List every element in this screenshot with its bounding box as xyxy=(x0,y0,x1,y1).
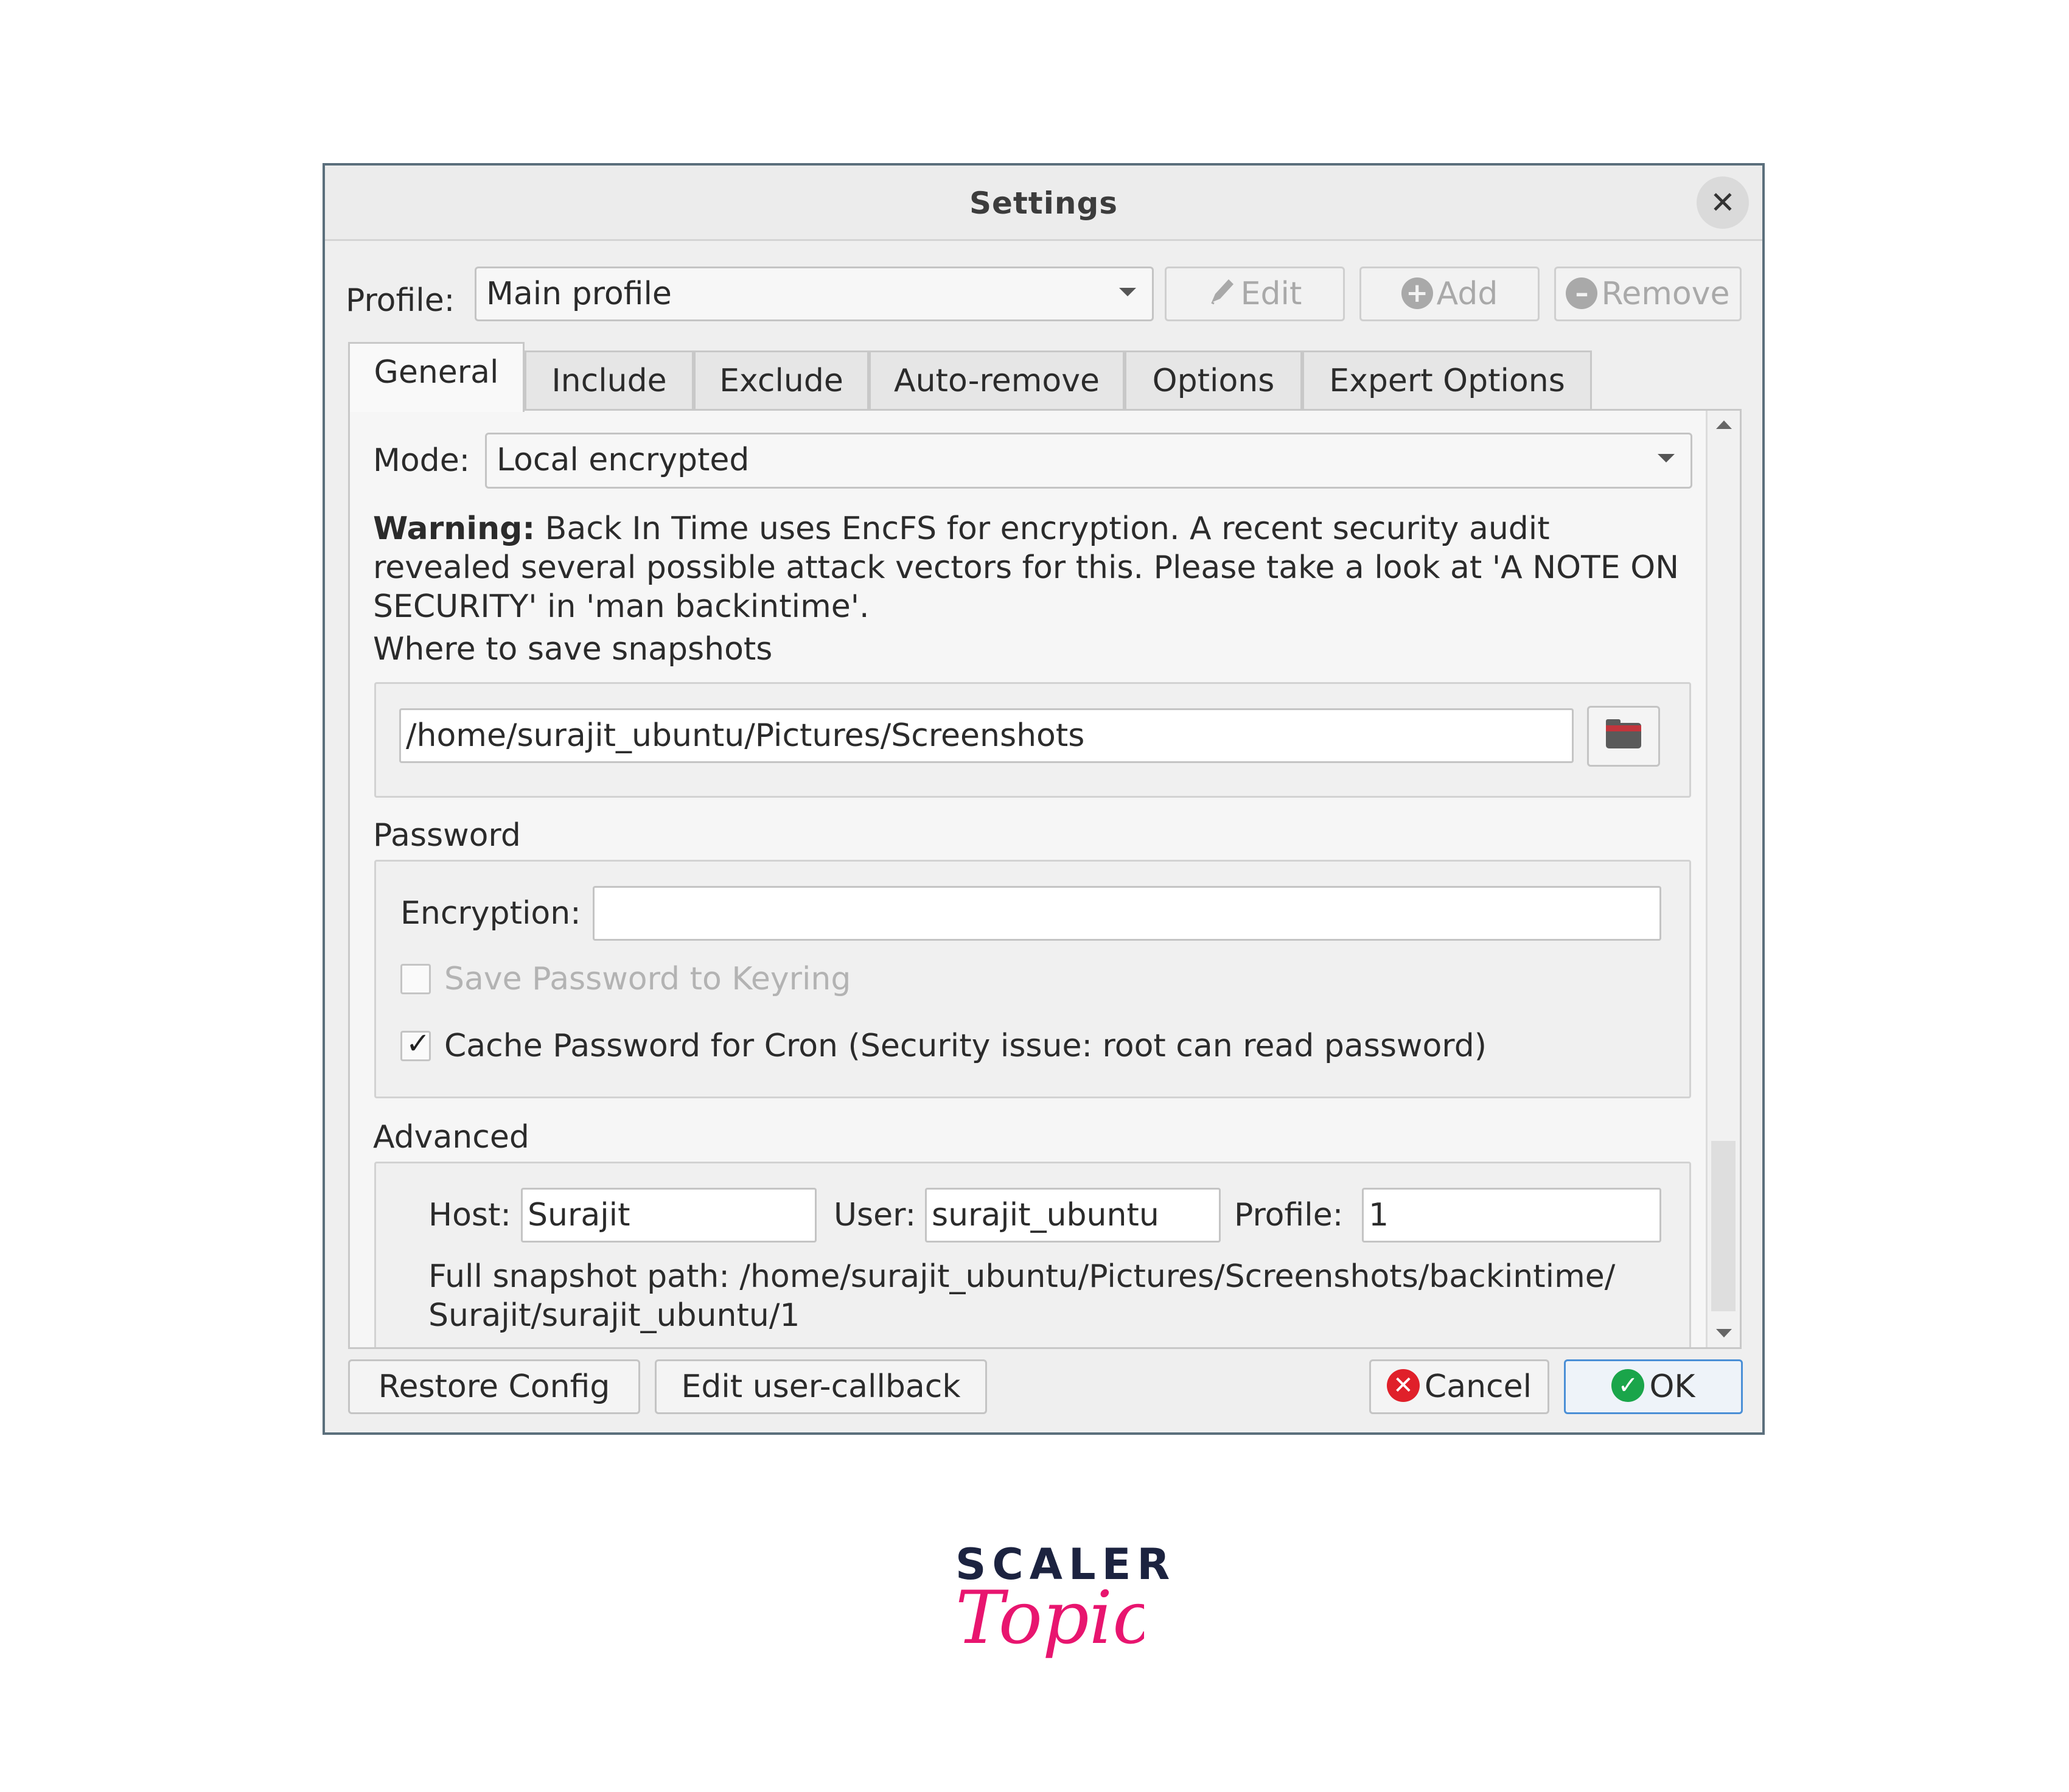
plus-circle-icon: + xyxy=(1401,277,1433,309)
password-group: Encryption: Save Password to Keyring Cac… xyxy=(374,860,1691,1098)
scroll-thumb[interactable] xyxy=(1711,1141,1736,1311)
profile-select-value: Main profile xyxy=(486,276,672,312)
add-profile-label: Add xyxy=(1436,276,1498,312)
mode-select[interactable]: Local encrypted xyxy=(485,433,1692,489)
remove-profile-label: Remove xyxy=(1601,276,1730,312)
advanced-group: Host: Surajit User: surajit_ubuntu Profi… xyxy=(374,1162,1691,1347)
general-panel: Mode: Local encrypted Warning: Back In T… xyxy=(348,409,1742,1349)
save-location-group: /home/surajit_ubuntu/Pictures/Screenshot… xyxy=(374,682,1691,798)
save-keyring-label: Save Password to Keyring xyxy=(444,961,851,997)
profile-id-label: Profile: xyxy=(1234,1197,1344,1233)
edit-profile-button[interactable]: Edit xyxy=(1165,267,1345,321)
window-title: Settings xyxy=(969,186,1118,221)
full-path-line1: Full snapshot path: /home/surajit_ubuntu… xyxy=(428,1258,1616,1295)
user-input[interactable]: surajit_ubuntu xyxy=(925,1188,1221,1243)
settings-window: Settings ✕ Profile: Main profile Edit + A… xyxy=(323,163,1765,1435)
add-profile-button[interactable]: + Add xyxy=(1359,267,1540,321)
cache-cron-label: Cache Password for Cron (Security issue:… xyxy=(444,1028,1487,1064)
minus-circle-icon: – xyxy=(1566,277,1598,309)
user-label: User: xyxy=(834,1197,916,1233)
edit-user-callback-button[interactable]: Edit user-callback xyxy=(655,1359,987,1414)
cancel-label: Cancel xyxy=(1424,1368,1532,1405)
pencil-icon xyxy=(1208,270,1237,321)
host-label: Host: xyxy=(428,1197,511,1233)
encryption-password-input[interactable] xyxy=(593,886,1661,941)
edit-profile-label: Edit xyxy=(1240,276,1302,312)
x-circle-icon: ✕ xyxy=(1386,1369,1420,1402)
full-path-line2: Surajit/surajit_ubuntu/1 xyxy=(428,1297,800,1334)
snapshot-path-input[interactable]: /home/surajit_ubuntu/Pictures/Screenshot… xyxy=(399,708,1574,763)
chevron-down-icon xyxy=(1119,288,1136,296)
warning-bold: Warning: xyxy=(373,511,536,547)
tab-options[interactable]: Options xyxy=(1125,350,1302,410)
warning-text: Back In Time uses EncFS for encryption. … xyxy=(373,511,1680,625)
chevron-down-icon xyxy=(1658,454,1675,462)
tab-expert-options[interactable]: Expert Options xyxy=(1302,350,1592,410)
encryption-label: Encryption: xyxy=(400,895,581,932)
mode-select-value: Local encrypted xyxy=(497,442,750,478)
panel-scrollbar[interactable] xyxy=(1706,411,1740,1347)
cancel-button[interactable]: ✕ Cancel xyxy=(1369,1359,1549,1414)
password-heading: Password xyxy=(373,817,521,854)
save-heading: Where to save snapshots xyxy=(373,631,773,668)
profile-label: Profile: xyxy=(346,282,455,319)
title-bar: Settings ✕ xyxy=(325,166,1762,241)
host-input[interactable]: Surajit xyxy=(521,1188,817,1243)
tab-exclude[interactable]: Exclude xyxy=(694,350,869,410)
remove-profile-button[interactable]: – Remove xyxy=(1554,267,1742,321)
ok-button[interactable]: ✓ OK xyxy=(1564,1359,1743,1414)
restore-config-button[interactable]: Restore Config xyxy=(348,1359,640,1414)
mode-label: Mode: xyxy=(373,442,470,479)
folder-icon xyxy=(1605,714,1642,765)
encfs-warning: Warning: Back In Time uses EncFS for enc… xyxy=(373,509,1687,626)
profile-id-input[interactable]: 1 xyxy=(1362,1188,1661,1243)
profile-select[interactable]: Main profile xyxy=(475,267,1154,321)
browse-folder-button[interactable] xyxy=(1587,706,1660,767)
topics-logo-script: Topics xyxy=(949,1570,1191,1692)
scroll-down-arrow-icon[interactable] xyxy=(1716,1329,1732,1337)
advanced-heading: Advanced xyxy=(373,1119,529,1156)
ok-label: OK xyxy=(1649,1368,1695,1405)
scroll-up-arrow-icon[interactable] xyxy=(1716,420,1732,429)
save-keyring-checkbox[interactable] xyxy=(400,964,431,994)
topics-logo-text: Topics xyxy=(955,1576,1144,1661)
check-circle-icon: ✓ xyxy=(1611,1369,1645,1402)
tab-auto-remove[interactable]: Auto-remove xyxy=(869,350,1125,410)
cache-cron-checkbox[interactable] xyxy=(400,1027,431,1061)
tab-general[interactable]: General xyxy=(348,342,525,412)
tab-include[interactable]: Include xyxy=(525,350,694,410)
close-icon[interactable]: ✕ xyxy=(1697,176,1749,229)
